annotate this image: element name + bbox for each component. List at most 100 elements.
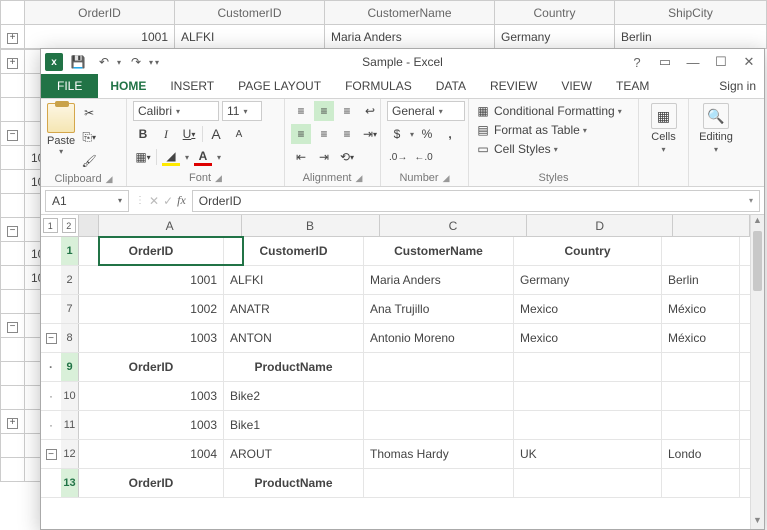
font-size-dropdown[interactable]: 11▾: [222, 101, 262, 121]
align-center-icon[interactable]: ≡: [314, 124, 334, 144]
italic-button[interactable]: I: [156, 124, 176, 144]
column-header[interactable]: B: [242, 215, 380, 236]
outline-toggle-icon[interactable]: +: [7, 58, 18, 69]
outline-toggle-icon[interactable]: −: [7, 130, 18, 141]
row-header[interactable]: 10: [61, 382, 79, 410]
orientation-icon[interactable]: ⟲▾: [337, 147, 357, 167]
align-left-icon[interactable]: ≡: [291, 124, 311, 144]
tab-file[interactable]: FILE: [41, 74, 98, 98]
row-header[interactable]: 7: [61, 295, 79, 323]
align-top-icon[interactable]: ≡: [291, 101, 311, 121]
cell[interactable]: ALFKI: [224, 266, 364, 294]
row-header[interactable]: 2: [61, 266, 79, 294]
function-list-icon[interactable]: ⋮: [135, 195, 145, 206]
increase-indent-icon[interactable]: ⇥: [314, 147, 334, 167]
cell[interactable]: OrderID: [79, 353, 224, 381]
decrease-decimal-icon[interactable]: ←.0: [412, 147, 434, 167]
name-box[interactable]: A1▾: [45, 190, 129, 212]
cell[interactable]: OrderID: [79, 469, 224, 497]
copy-icon[interactable]: ⎘▾: [79, 127, 99, 147]
formula-input[interactable]: OrderID ▾: [192, 190, 760, 212]
cell[interactable]: Antonio Moreno: [364, 324, 514, 352]
sheet-row[interactable]: 21001ALFKIMaria AndersGermanyBerlin: [41, 266, 764, 295]
sheet-row[interactable]: ·101003Bike2: [41, 382, 764, 411]
cells-button[interactable]: ▦ Cells ▾: [645, 101, 682, 154]
cell[interactable]: [662, 411, 740, 439]
tab-team[interactable]: TEAM: [604, 75, 661, 98]
row-header[interactable]: 11: [61, 411, 79, 439]
cell[interactable]: 1003: [79, 382, 224, 410]
row-header[interactable]: 8: [61, 324, 79, 352]
cell[interactable]: ANTON: [224, 324, 364, 352]
cell[interactable]: ProductName: [224, 353, 364, 381]
cell[interactable]: Country: [514, 237, 662, 265]
cell[interactable]: [514, 382, 662, 410]
save-icon[interactable]: 💾: [67, 51, 89, 73]
number-format-dropdown[interactable]: General▾: [387, 101, 465, 121]
cell[interactable]: Mexico: [514, 324, 662, 352]
row-header[interactable]: 13: [61, 469, 79, 497]
cell[interactable]: Thomas Hardy: [364, 440, 514, 468]
sheet-row[interactable]: −121004AROUTThomas HardyUKLondo: [41, 440, 764, 469]
cell[interactable]: 1003: [79, 411, 224, 439]
enter-formula-icon[interactable]: ✓: [163, 194, 173, 208]
tab-data[interactable]: DATA: [424, 75, 478, 98]
tab-formulas[interactable]: FORMULAS: [333, 75, 424, 98]
sheet-row[interactable]: 1OrderIDCustomerIDCustomerNameCountry: [41, 237, 764, 266]
row-header[interactable]: 12: [61, 440, 79, 468]
cell[interactable]: AROUT: [224, 440, 364, 468]
column-header[interactable]: [673, 215, 750, 236]
close-icon[interactable]: ✕: [738, 54, 760, 70]
cell[interactable]: OrderID: [79, 237, 224, 265]
conditional-formatting-button[interactable]: ▦Conditional Formatting▾: [475, 103, 622, 119]
increase-decimal-icon[interactable]: .0→: [387, 147, 409, 167]
undo-icon[interactable]: ↶: [93, 51, 115, 73]
redo-icon[interactable]: ↷: [125, 51, 147, 73]
expand-icon[interactable]: +: [7, 33, 18, 44]
bold-button[interactable]: B: [133, 124, 153, 144]
fill-color-icon[interactable]: ◢: [160, 147, 182, 167]
cell[interactable]: [662, 237, 740, 265]
tab-insert[interactable]: INSERT: [158, 75, 226, 98]
outline-level-header[interactable]: 1 2: [41, 215, 79, 237]
outline-toggle-icon[interactable]: −: [46, 449, 57, 460]
sheet-row[interactable]: ·9OrderIDProductName: [41, 353, 764, 382]
merge-center-icon[interactable]: ⇥▾: [360, 124, 380, 144]
outline-toggle-icon[interactable]: −: [7, 322, 18, 333]
sheet-row[interactable]: 71002ANATRAna TrujilloMexicoMéxico: [41, 295, 764, 324]
paste-button[interactable]: Paste ▾: [47, 101, 75, 156]
wrap-text-icon[interactable]: ↩: [360, 101, 380, 121]
sign-in-link[interactable]: Sign in: [719, 79, 756, 93]
comma-icon[interactable]: ,: [440, 124, 460, 144]
cell[interactable]: [514, 469, 662, 497]
outline-toggle-icon[interactable]: −: [46, 333, 57, 344]
cell[interactable]: Mexico: [514, 295, 662, 323]
cancel-formula-icon[interactable]: ✕: [149, 194, 159, 208]
cell[interactable]: [364, 382, 514, 410]
font-family-dropdown[interactable]: Calibri▾: [133, 101, 219, 121]
cell[interactable]: [514, 411, 662, 439]
cell[interactable]: [662, 469, 740, 497]
cell[interactable]: UK: [514, 440, 662, 468]
cell[interactable]: Londo: [662, 440, 740, 468]
worksheet[interactable]: 1 2 ABCD 1OrderIDCustomerIDCustomerNameC…: [41, 215, 764, 529]
tab-home[interactable]: HOME: [98, 75, 158, 98]
percent-icon[interactable]: %: [417, 124, 437, 144]
format-as-table-button[interactable]: ▤Format as Table▾: [475, 122, 587, 138]
align-middle-icon[interactable]: ≡: [314, 101, 334, 121]
column-header[interactable]: D: [527, 215, 673, 236]
currency-icon[interactable]: $: [387, 124, 407, 144]
cell[interactable]: México: [662, 324, 740, 352]
outline-toggle-icon[interactable]: +: [7, 418, 18, 429]
sheet-row[interactable]: 13OrderIDProductName: [41, 469, 764, 498]
qat-customize-icon[interactable]: ▾: [155, 58, 159, 67]
cell[interactable]: [662, 382, 740, 410]
sheet-row[interactable]: −81003ANTONAntonio MorenoMexicoMéxico: [41, 324, 764, 353]
column-header[interactable]: A: [99, 215, 242, 236]
tab-review[interactable]: REVIEW: [478, 75, 549, 98]
cell[interactable]: Ana Trujillo: [364, 295, 514, 323]
cell[interactable]: Maria Anders: [364, 266, 514, 294]
cell[interactable]: [364, 411, 514, 439]
decrease-font-icon[interactable]: A: [229, 124, 249, 144]
cell[interactable]: Berlin: [662, 266, 740, 294]
